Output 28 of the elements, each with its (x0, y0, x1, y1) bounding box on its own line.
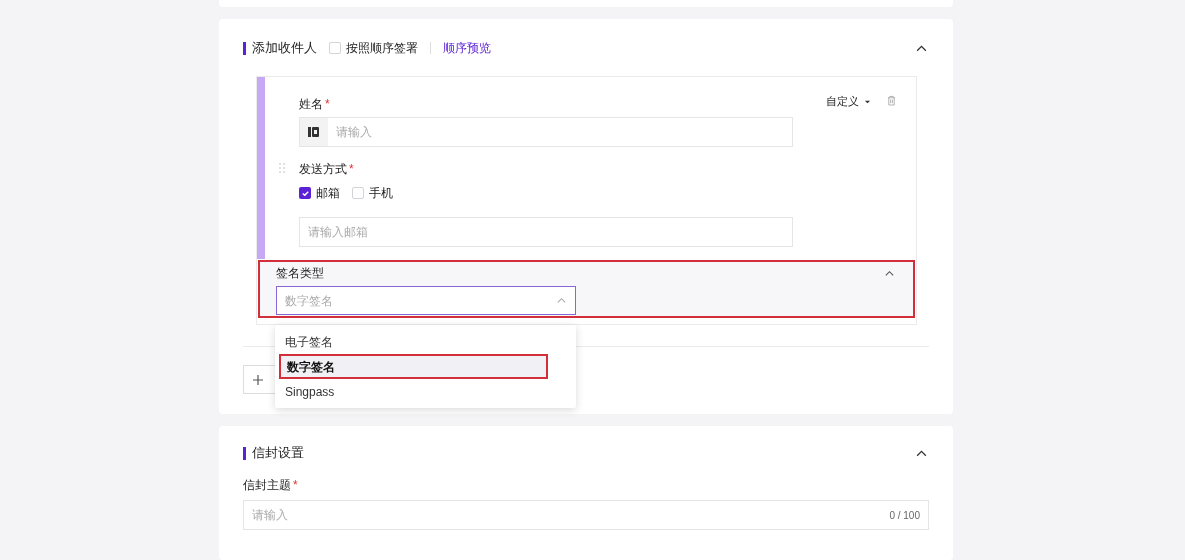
drag-handle-icon[interactable] (279, 163, 285, 173)
field-label: 签名类型 (276, 265, 324, 282)
contact-book-icon[interactable] (308, 126, 320, 138)
checkbox-label[interactable]: 按照顺序签署 (346, 39, 418, 57)
checkbox-label[interactable]: 手机 (369, 184, 393, 202)
field-label: 发送方式 * (299, 162, 354, 176)
name-field[interactable]: 请输入 (299, 117, 793, 147)
section-marker (243, 41, 246, 55)
checkbox[interactable] (329, 42, 341, 54)
text-input[interactable]: 请输入 (252, 506, 890, 524)
dropdown-option[interactable]: 数字签名 (279, 354, 548, 379)
role-dropdown[interactable]: 自定义 (826, 93, 871, 110)
checkbox-label[interactable]: 邮箱 (316, 184, 340, 202)
email-field[interactable]: 请输入邮箱 (299, 217, 793, 247)
dropdown-option[interactable]: 电子签名 (279, 329, 572, 354)
section-marker (243, 446, 246, 460)
section-title: 添加收件人 (252, 39, 317, 58)
field-label: 信封主题 * (243, 478, 298, 492)
plus-icon (253, 374, 263, 385)
section-title: 信封设置 (252, 444, 304, 463)
dropdown-option[interactable]: Singpass (279, 379, 572, 404)
checkbox[interactable] (299, 187, 311, 199)
checkbox[interactable] (352, 187, 364, 199)
text-input[interactable]: 请输入 (336, 123, 736, 141)
character-counter: 0 / 100 (889, 508, 920, 523)
subject-field[interactable]: 请输入 0 / 100 (243, 500, 929, 530)
preview-link[interactable]: 顺序预览 (443, 39, 491, 57)
field-label: 姓名 * (299, 97, 330, 111)
